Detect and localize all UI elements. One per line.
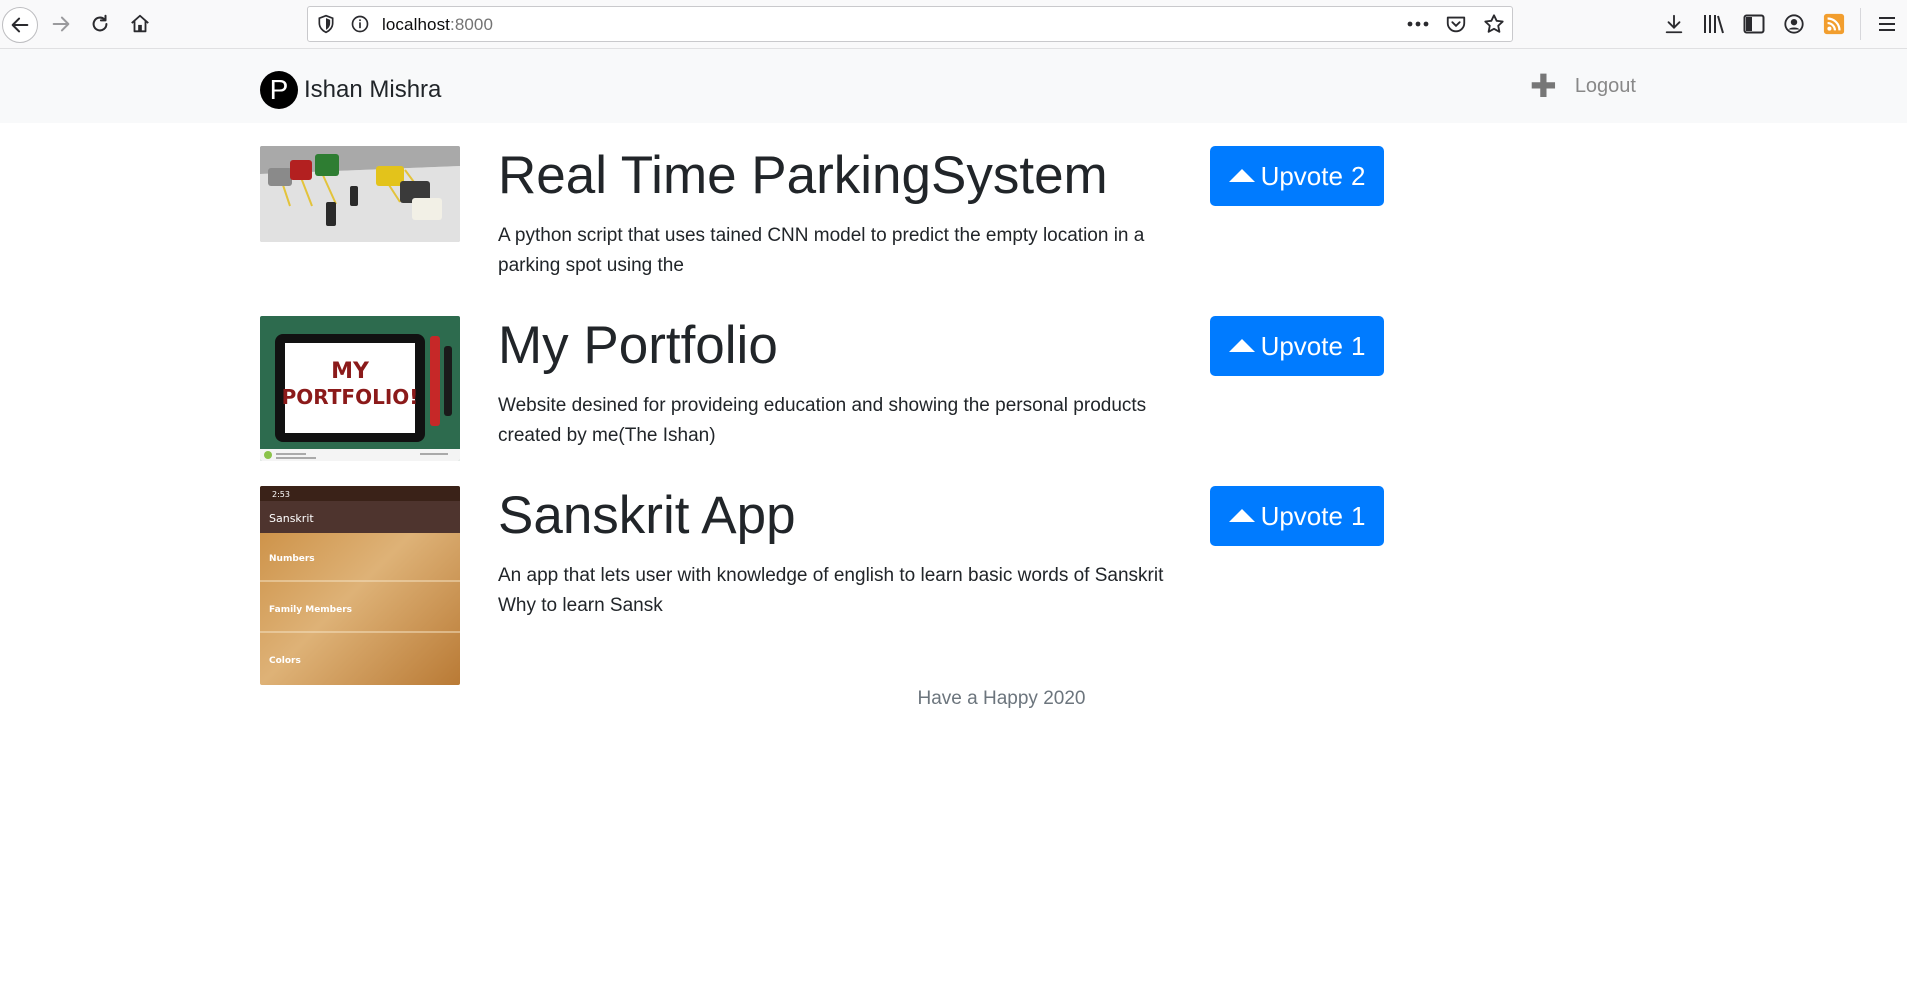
menu-item-numbers: Numbers bbox=[269, 554, 315, 564]
product-description: Website desined for provideing education… bbox=[498, 395, 1147, 446]
product-title[interactable]: Real Time ParkingSystem bbox=[498, 146, 1108, 206]
product-item: MY PORTFOLIO! My Portfolio Website desin… bbox=[260, 316, 1385, 466]
product-item: 2:53 Sanskrit Numbers Family Members Col… bbox=[260, 486, 1385, 686]
sanskrit-app-image: 2:53 Sanskrit Numbers Family Members Col… bbox=[260, 486, 460, 685]
app-title-text: Sanskrit bbox=[269, 512, 314, 525]
parking-image bbox=[260, 146, 460, 242]
reload-button[interactable] bbox=[82, 6, 118, 42]
site-info-icon[interactable] bbox=[350, 14, 370, 34]
library-icon[interactable] bbox=[1694, 8, 1734, 40]
status-time: 2:53 bbox=[272, 490, 290, 499]
image-text-portfolio: PORTFOLIO! bbox=[282, 385, 419, 409]
arrow-right-icon bbox=[52, 16, 70, 32]
portfolio-image: MY PORTFOLIO! bbox=[260, 316, 460, 461]
logout-link[interactable]: Logout bbox=[1575, 75, 1636, 98]
brand-link[interactable]: P Ishan Mishra bbox=[260, 71, 441, 109]
vote-count: 2 bbox=[1350, 160, 1366, 191]
tracking-shield-icon[interactable] bbox=[316, 14, 336, 34]
image-text-my: MY bbox=[331, 359, 370, 384]
triangle-up-icon bbox=[1228, 508, 1255, 522]
vote-count: 1 bbox=[1350, 500, 1366, 531]
product-description: An app that lets user with knowledge of … bbox=[498, 565, 1164, 616]
upvote-label: Upvote bbox=[1260, 500, 1343, 531]
add-product-icon[interactable]: ✚ bbox=[1530, 70, 1557, 102]
reload-icon bbox=[92, 14, 108, 32]
brand-logo: P bbox=[260, 71, 298, 109]
home-icon bbox=[131, 14, 149, 33]
site-navbar: P Ishan Mishra ✚ Logout bbox=[0, 49, 1907, 123]
triangle-up-icon bbox=[1228, 168, 1255, 182]
page-actions-icon[interactable] bbox=[1406, 13, 1430, 35]
menu-item-colors: Colors bbox=[269, 656, 301, 666]
menu-icon[interactable] bbox=[1867, 8, 1907, 40]
url-bar[interactable]: localhost:8000 bbox=[307, 6, 1513, 42]
home-button[interactable] bbox=[122, 6, 158, 42]
footer-text: Have a Happy 2020 bbox=[917, 688, 1086, 709]
product-title[interactable]: Sanskrit App bbox=[498, 486, 796, 546]
menu-item-family: Family Members bbox=[269, 605, 352, 615]
account-icon[interactable] bbox=[1774, 8, 1814, 40]
arrow-left-icon bbox=[11, 17, 29, 33]
upvote-label: Upvote bbox=[1260, 160, 1343, 191]
pocket-icon[interactable] bbox=[1444, 13, 1468, 35]
upvote-button[interactable]: Upvote 1 bbox=[1210, 486, 1384, 546]
toolbar-separator bbox=[1860, 8, 1861, 40]
product-description: A python script that uses tained CNN mod… bbox=[498, 225, 1145, 276]
product-image[interactable]: 2:53 Sanskrit Numbers Family Members Col… bbox=[260, 486, 460, 685]
footer-message: Have a Happy 2020 bbox=[0, 688, 1907, 710]
sidebar-icon[interactable] bbox=[1734, 8, 1774, 40]
product-item: Real Time ParkingSystem A python script … bbox=[260, 146, 1385, 286]
product-title[interactable]: My Portfolio bbox=[498, 316, 778, 376]
triangle-up-icon bbox=[1228, 338, 1255, 352]
rss-feed-icon[interactable] bbox=[1814, 8, 1854, 40]
brand-name: Ishan Mishra bbox=[304, 76, 442, 103]
bookmark-star-icon[interactable] bbox=[1482, 13, 1506, 35]
browser-toolbar: localhost:8000 bbox=[0, 0, 1907, 49]
url-text[interactable]: localhost:8000 bbox=[382, 15, 493, 35]
url-host: localhost bbox=[382, 15, 450, 34]
product-image[interactable]: MY PORTFOLIO! bbox=[260, 316, 460, 461]
product-image[interactable] bbox=[260, 146, 460, 242]
url-port: :8000 bbox=[450, 15, 494, 34]
upvote-button[interactable]: Upvote 2 bbox=[1210, 146, 1384, 206]
vote-count: 1 bbox=[1350, 330, 1366, 361]
downloads-icon[interactable] bbox=[1654, 8, 1694, 40]
back-button[interactable] bbox=[2, 7, 38, 43]
upvote-label: Upvote bbox=[1260, 330, 1343, 361]
upvote-button[interactable]: Upvote 1 bbox=[1210, 316, 1384, 376]
forward-button[interactable] bbox=[43, 6, 79, 42]
